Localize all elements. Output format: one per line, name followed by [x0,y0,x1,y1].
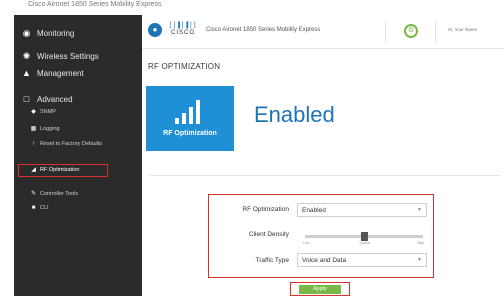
advanced-icon: □ [23,94,30,104]
client-density-label: Client Density [248,231,289,238]
sidebar-subitem-label: Logging [40,126,60,132]
slider-tick-low: Low [303,241,310,245]
top-caption-text: Cisco Aironet 1850 Series Mobility Expre… [28,1,162,8]
sidebar-item-label: Wireless Settings [37,52,99,61]
slider-tick-high: High [417,241,425,245]
sidebar-subitem-label: Reset to Factory Defaults [40,141,103,147]
slider-tick-typical: Typical [359,241,370,245]
sidebar-item-label: Management [37,69,84,78]
cli-icon: ■ [31,205,36,211]
dashboard-icon: ◉ [22,28,31,38]
signal-bars-icon [175,100,200,124]
header-title: Cisco Aironet 1850 Series Mobility Expre… [206,27,321,33]
sidebar-item-label: Advanced [37,95,73,104]
header-divider [385,21,386,43]
cisco-bars-icon: ▏▏▍▏▍▏▏ [170,23,199,29]
rf-optimization-value: Enabled [302,207,326,214]
tile-label: RF Optimization [163,130,217,137]
apply-button-highlight: Apply [290,282,350,296]
tools-icon: ✎ [30,191,37,197]
settings-icon[interactable]: ⚙ [404,24,418,38]
chevron-down-icon: ▼ [417,257,422,263]
sidebar-subitem-reset[interactable]: ↑ Reset to Factory Defaults [30,141,110,148]
sidebar-item-monitoring[interactable]: ◉ Monitoring [22,28,75,39]
sidebar-subitem-snmp[interactable]: ◆ SNMP [30,109,56,116]
page-title: RF OPTIMIZATION [148,62,221,71]
top-caption: Cisco Aironet 1850 Series Mobility Expre… [0,0,504,14]
reset-icon: ↑ [32,141,35,147]
rf-optimization-select[interactable]: Enabled ▼ [297,203,427,217]
header: ● ▏▏▍▏▍▏▏ CISCO Cisco Aironet 1850 Serie… [142,15,504,49]
sidebar-item-management[interactable]: ▲ Management [22,68,84,79]
section-divider [150,175,500,176]
status-panel: Enabled [234,86,366,151]
sidebar-subitem-label: Controller Tools [40,191,79,197]
sidebar: ◉ Monitoring ✺ Wireless Settings ▲ Manag… [14,15,142,296]
wireless-icon: ✺ [22,51,31,61]
header-divider [435,21,436,43]
chevron-down-icon: ▼ [417,207,422,213]
status-text: Enabled [254,102,335,127]
active-item-highlight [18,164,108,177]
cisco-logo-text: CISCO [170,30,195,36]
logging-icon: ▦ [30,126,37,132]
header-user[interactable]: Hi, Your Name [448,27,477,32]
slider-handle[interactable] [360,232,368,241]
sidebar-subitem-controller-tools[interactable]: ✎ Controller Tools [30,191,78,198]
traffic-type-select[interactable]: Voice and Data ▼ [297,253,427,267]
traffic-type-value: Voice and Data [302,257,347,264]
rf-settings-form: RF Optimization Enabled ▼ Client Density… [208,194,434,278]
sidebar-subitem-label: CLI [40,205,49,211]
cisco-logo: ▏▏▍▏▍▏▏ CISCO [170,22,199,40]
traffic-type-label: Traffic Type [255,257,289,264]
snmp-icon: ◆ [31,109,36,115]
sidebar-item-label: Monitoring [37,29,75,38]
sidebar-item-advanced[interactable]: □ Advanced [22,94,73,105]
home-icon[interactable]: ● [148,23,162,37]
sidebar-subitem-label: SNMP [40,109,56,115]
rf-optimization-label: RF Optimization [242,206,289,213]
apply-button[interactable]: Apply [299,285,341,294]
sidebar-subitem-cli[interactable]: ■ CLI [30,205,49,212]
rf-optimization-tile: RF Optimization [146,86,234,151]
management-icon: ▲ [22,68,31,78]
sidebar-subitem-logging[interactable]: ▦ Logging [30,126,60,133]
sidebar-item-wireless-settings[interactable]: ✺ Wireless Settings [22,51,99,62]
